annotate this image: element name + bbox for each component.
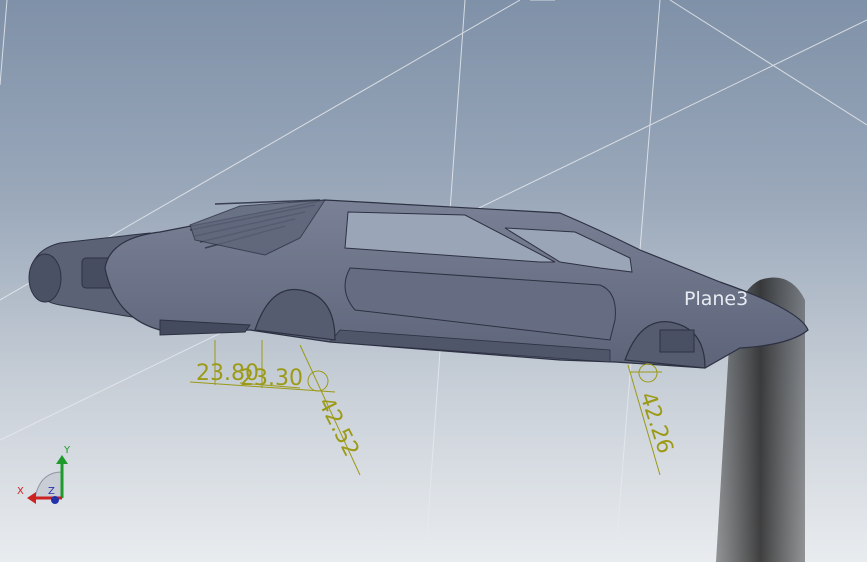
reference-triad[interactable]: Y X Z — [17, 445, 71, 504]
triad-z-label: Z — [48, 486, 55, 497]
z-axis-dot — [51, 496, 59, 504]
triad-x-label: X — [17, 486, 24, 497]
graphics-viewport[interactable]: Plane3 23.80 23.30 42.52 42.26 Y X Z — [0, 0, 867, 562]
plane3-label[interactable]: Plane3 — [684, 288, 748, 310]
dimension-4[interactable]: 42.26 — [634, 389, 677, 457]
model-scene[interactable]: Plane3 23.80 23.30 42.52 42.26 Y X Z — [0, 0, 867, 562]
dimension-3[interactable]: 42.52 — [313, 393, 364, 460]
car-body-model[interactable] — [28, 199, 809, 369]
dimension-2[interactable]: 23.30 — [240, 366, 303, 391]
triad-y-label: Y — [63, 445, 71, 456]
